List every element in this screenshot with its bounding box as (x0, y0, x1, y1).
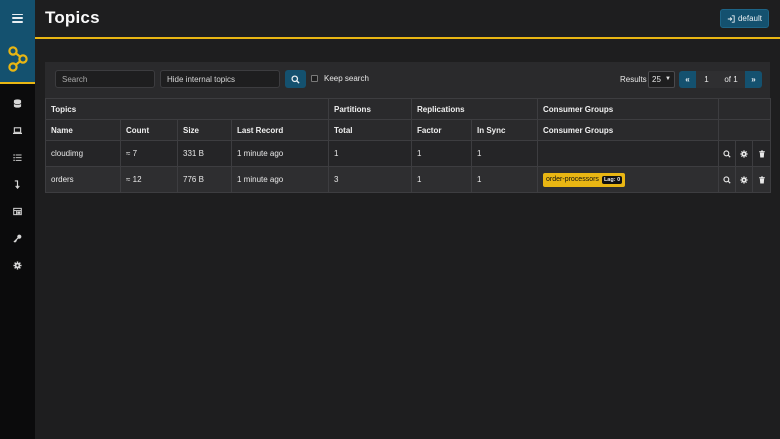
search-icon (291, 74, 300, 84)
consumer-groups-cell: order-processors Lag: 0 (537, 166, 720, 193)
results-per-page-value: 25 (652, 75, 661, 84)
last-page-button[interactable]: » (745, 71, 762, 88)
results-label: Results (620, 75, 647, 84)
sidebar-item-topics[interactable] (0, 117, 35, 144)
topic-config-button[interactable] (735, 140, 754, 167)
topic-last-record: 1 minute ago (231, 166, 329, 193)
column-header-last-record[interactable]: Last Record (231, 119, 329, 141)
trash-icon (758, 149, 765, 158)
column-header-consumer-groups: Consumer Groups (537, 119, 720, 141)
table-icon (13, 207, 22, 216)
cluster-label: default (737, 14, 762, 23)
page-title: Topics (45, 8, 100, 27)
table-row[interactable]: orders ≈ 12 776 B 1 minute ago 3 1 1 ord… (45, 166, 772, 193)
pagination: « 1 of 1 » (679, 71, 762, 88)
search-button[interactable] (285, 70, 306, 88)
topic-size: 776 B (177, 166, 232, 193)
column-header-actions (718, 119, 772, 141)
search-input[interactable] (55, 70, 155, 88)
sign-in-icon (727, 14, 735, 23)
group-header-actions (718, 98, 772, 120)
logo-icon (7, 46, 28, 72)
topic-count: ≈ 12 (120, 166, 178, 193)
sidebar-item-schema-registry[interactable] (0, 198, 35, 225)
sidebar-item-acls[interactable] (0, 225, 35, 252)
current-page: 1 (696, 71, 717, 88)
delete-topic-button[interactable] (752, 140, 772, 167)
view-topic-button[interactable] (718, 140, 737, 167)
topic-filter-value: Hide internal topics (167, 74, 236, 84)
keep-search-checkbox[interactable] (311, 75, 318, 82)
partitions-total: 1 (328, 140, 412, 167)
sidebar-item-nodes[interactable] (0, 90, 35, 117)
group-header-consumer-groups: Consumer Groups (537, 98, 720, 120)
table-group-header-row: Topics Partitions Replications Consumer … (45, 98, 772, 120)
table-column-header-row: Name Count Size Last Record Total Factor… (45, 119, 772, 141)
chevron-down-icon: ▼ (665, 76, 671, 82)
keep-search-toggle[interactable]: Keep search (311, 74, 369, 83)
topic-config-button[interactable] (735, 166, 754, 193)
topic-filter-select[interactable]: Hide internal topics (160, 70, 280, 88)
hamburger-icon (12, 13, 23, 23)
sidebar (0, 0, 35, 439)
column-header-name[interactable]: Name (45, 119, 121, 141)
app-logo[interactable] (0, 36, 35, 84)
keep-search-label: Keep search (324, 74, 369, 83)
topic-size: 331 B (177, 140, 232, 167)
column-header-size[interactable]: Size (177, 119, 232, 141)
page-count: of 1 (717, 71, 745, 88)
level-down-icon (14, 180, 20, 189)
menu-toggle-button[interactable] (0, 0, 35, 36)
first-page-button[interactable]: « (679, 71, 696, 88)
gear-icon (740, 175, 748, 184)
topics-table: Topics Partitions Replications Consumer … (45, 98, 772, 193)
consumer-group-name: order-processors (546, 176, 599, 183)
header-divider (35, 37, 780, 39)
key-icon (13, 234, 22, 243)
list-icon (13, 154, 22, 162)
gear-icon (13, 261, 22, 270)
column-header-factor[interactable]: Factor (411, 119, 472, 141)
page-header: Topics default (35, 0, 780, 37)
gear-icon (740, 149, 748, 158)
topic-name[interactable]: orders (45, 166, 121, 193)
sidebar-item-settings[interactable] (0, 252, 35, 279)
column-header-count[interactable]: Count (120, 119, 178, 141)
search-icon (723, 175, 731, 184)
topic-last-record: 1 minute ago (231, 140, 329, 167)
database-icon (13, 99, 22, 108)
replication-in-sync: 1 (470, 140, 539, 167)
delete-topic-button[interactable] (752, 166, 772, 193)
topics-panel: Hide internal topics Keep search Results… (45, 62, 772, 193)
sidebar-item-consumer-groups[interactable] (0, 171, 35, 198)
partitions-total: 3 (328, 166, 412, 193)
consumer-group-badge[interactable]: order-processors Lag: 0 (543, 172, 626, 187)
group-header-partitions: Partitions (328, 98, 412, 120)
group-header-topics: Topics (45, 98, 329, 120)
group-header-replications: Replications (410, 98, 539, 120)
replication-in-sync: 1 (470, 166, 539, 193)
topic-name[interactable]: cloudimg (45, 140, 121, 167)
lag-badge: Lag: 0 (601, 175, 623, 184)
sidebar-item-tail[interactable] (0, 144, 35, 171)
topic-count: ≈ 7 (120, 140, 178, 167)
replication-factor: 1 (411, 166, 472, 193)
trash-icon (758, 175, 765, 184)
column-header-in-sync[interactable]: In Sync (470, 119, 539, 141)
view-topic-button[interactable] (718, 166, 737, 193)
consumer-groups-cell (537, 140, 720, 167)
table-row[interactable]: cloudimg ≈ 7 331 B 1 minute ago 1 1 1 (45, 140, 772, 167)
column-header-total[interactable]: Total (328, 119, 412, 141)
results-per-page-select[interactable]: 25 ▼ (648, 71, 675, 88)
search-icon (723, 149, 731, 158)
replication-factor: 1 (411, 140, 472, 167)
sidebar-nav (0, 84, 35, 279)
laptop-icon (13, 127, 22, 135)
cluster-selector-button[interactable]: default (719, 9, 769, 28)
